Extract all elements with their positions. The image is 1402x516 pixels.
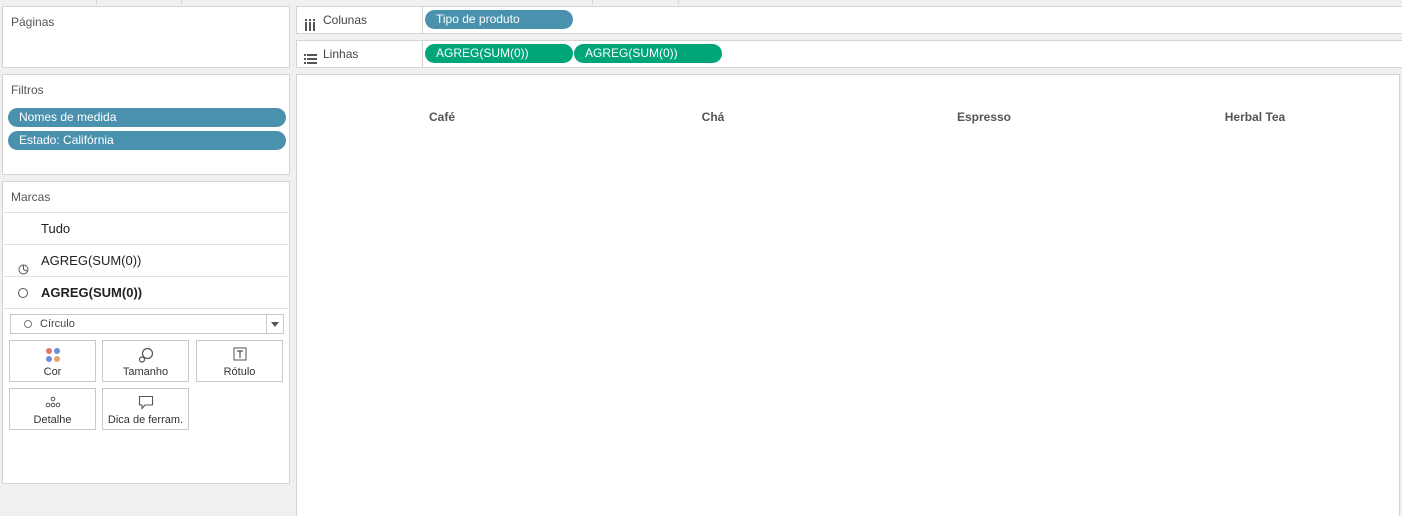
chevron-down-icon [271,322,279,327]
size-button[interactable]: Tamanho [102,340,189,382]
filter-pill-state[interactable]: Estado: Califórnia [8,131,286,150]
tooltip-button[interactable]: Dica de ferram. [102,388,189,430]
columns-icon [304,14,316,40]
marks-row-label: Tudo [41,221,71,236]
column-header[interactable]: Herbal Tea [1225,110,1285,124]
columns-shelf[interactable]: Colunas Tipo de produto [296,6,1402,34]
columns-shelf-label: Colunas [297,7,423,33]
column-header[interactable]: Chá [702,110,725,124]
color-button-label: Cor [43,366,62,378]
view-canvas[interactable]: Café Chá Espresso Herbal Tea [296,74,1400,516]
detail-icon [45,395,61,412]
column-header[interactable]: Espresso [957,110,1011,124]
circle-icon [24,320,32,328]
rows-shelf-label: Linhas [297,41,423,67]
filters-shelf[interactable]: Filtros Nomes de medida Estado: Califórn… [2,74,290,175]
column-pill-product-type[interactable]: Tipo de produto [425,10,573,29]
pages-shelf[interactable]: Páginas [2,6,290,68]
marks-card: Marcas Tudo AGREG(SUM(0)) AGREG(SUM(0)) … [2,181,290,484]
row-pill-measure-1[interactable]: AGREG(SUM(0)) [425,44,573,63]
marks-row-measure-2[interactable]: AGREG(SUM(0)) [4,277,290,309]
size-button-label: Tamanho [122,366,169,378]
color-icon [45,347,61,366]
mark-type-value: Círculo [40,318,75,330]
tab-divider [181,0,182,4]
dropdown-toggle[interactable] [266,315,283,333]
rows-shelf[interactable]: Linhas AGREG(SUM(0)) AGREG(SUM(0)) [296,40,1402,68]
column-header[interactable]: Café [429,110,455,124]
marks-row-measure-1[interactable]: AGREG(SUM(0)) [4,245,290,277]
label-button-label: Rótulo [223,366,256,378]
detail-button[interactable]: Detalhe [9,388,96,430]
top-tab-strip [0,0,1402,5]
color-button[interactable]: Cor [9,340,96,382]
rows-icon [304,48,317,74]
size-icon [138,347,154,366]
marks-title: Marcas [11,190,51,204]
columns-label-text: Colunas [323,13,368,27]
marks-row-label: AGREG(SUM(0)) [41,253,142,268]
text-label-icon [233,347,247,364]
marks-row-all[interactable]: Tudo [4,213,290,245]
row-pill-measure-2[interactable]: AGREG(SUM(0)) [574,44,722,63]
mark-type-dropdown[interactable]: Círculo [10,314,284,334]
tab-divider [96,0,97,4]
filters-title: Filtros [11,83,44,97]
detail-button-label: Detalhe [33,414,72,426]
tab-divider [678,0,679,4]
circle-icon [18,288,28,298]
tab-divider [592,0,593,4]
tooltip-button-label: Dica de ferram. [107,414,184,426]
pages-title: Páginas [11,15,55,29]
label-button[interactable]: Rótulo [196,340,283,382]
rows-label-text: Linhas [323,47,359,61]
tooltip-icon [138,395,154,413]
filter-pill-measure-names[interactable]: Nomes de medida [8,108,286,127]
marks-row-label: AGREG(SUM(0)) [41,285,143,300]
